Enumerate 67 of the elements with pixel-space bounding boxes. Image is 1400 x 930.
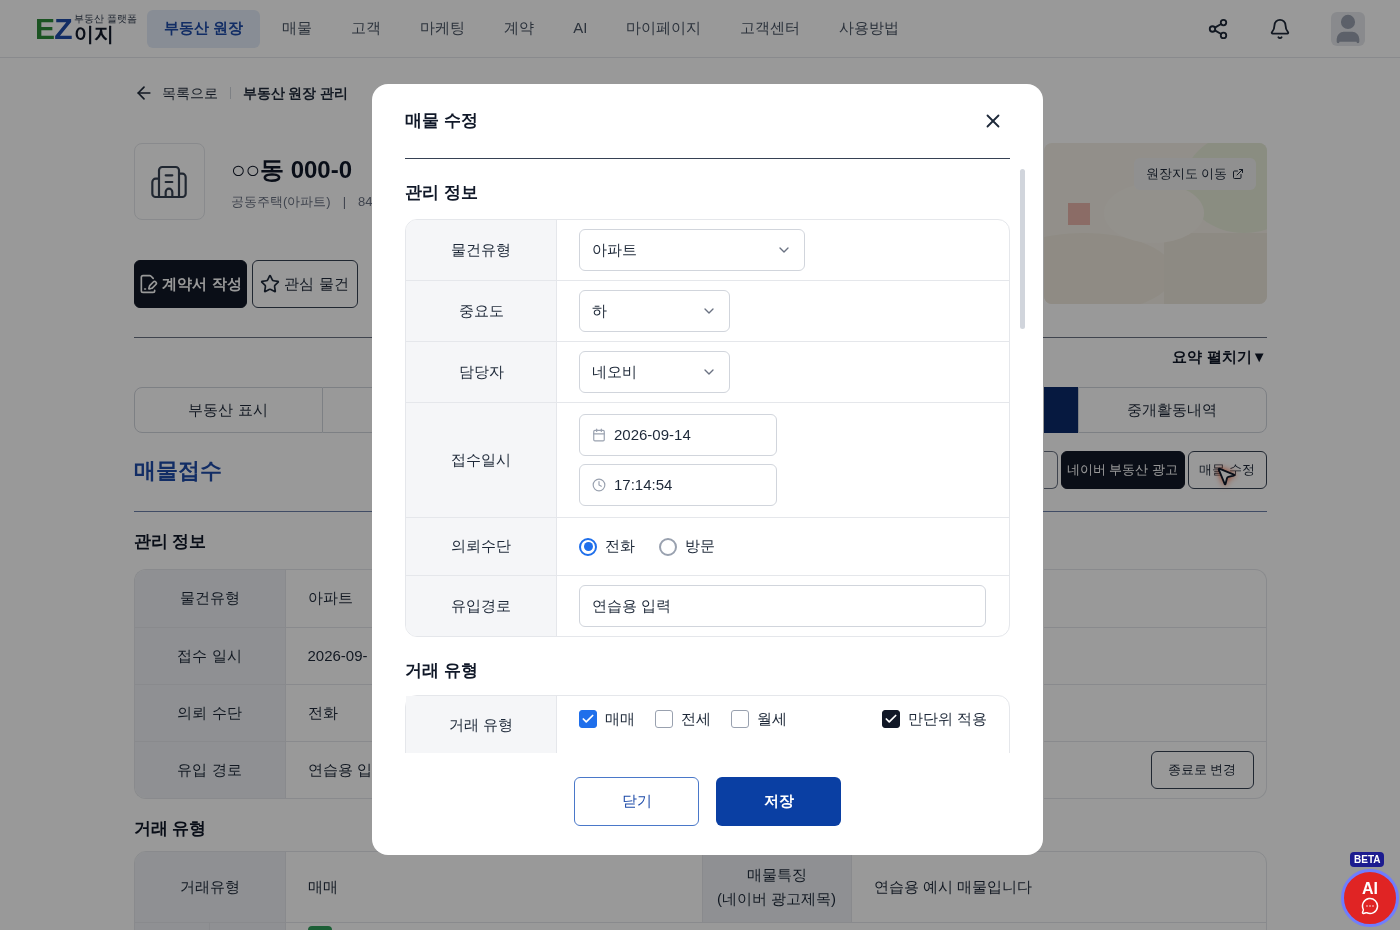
primary-button[interactable]: 네이버 부동산 광고 <box>1060 451 1185 489</box>
nav-tab[interactable]: 마이페이지 <box>609 9 719 48</box>
primary-button[interactable]: 계약서 작성 <box>133 260 247 308</box>
nav-tab[interactable]: 사용방법 <box>822 9 917 48</box>
time-field[interactable]: 17:14:54 <box>579 464 777 506</box>
summary-toggle[interactable]: 요약 펼치기▼ <box>1172 346 1267 366</box>
label-cell: 접수 일시 <box>134 628 286 684</box>
map-link-button[interactable]: 원장지도 이동 <box>1133 158 1256 190</box>
nav-tab[interactable]: 마케팅 <box>403 9 483 48</box>
label-cell: 유입 경로 <box>134 742 286 798</box>
nav-tab[interactable]: AI <box>556 9 605 48</box>
value-cell-text: 2026-09- <box>306 645 369 666</box>
outline-button[interactable]: 관심 물건 <box>251 260 358 308</box>
checkbox-label: 매매 <box>605 709 635 729</box>
nav-tab[interactable]: 계약 <box>487 9 552 48</box>
label-cell: 거래유형 <box>134 852 286 922</box>
field-label: 담당자 <box>406 342 557 402</box>
logo-mark[interactable]: EZ <box>35 13 72 44</box>
property-type: 공동주택(아파트) <box>230 192 331 211</box>
section-heading: 거래 유형 <box>405 660 478 683</box>
nav-tab[interactable]: 매물 <box>265 9 330 48</box>
field-label: 중요도 <box>406 281 557 341</box>
field-label: 거래 유형 <box>406 696 557 753</box>
section-heading: 관리 정보 <box>405 182 478 205</box>
radio-label: 방문 <box>685 536 715 557</box>
select-field[interactable]: 네오비 <box>579 351 730 393</box>
value-cell-text: 연습용 예시 매물입니다 <box>872 876 1033 897</box>
property-area: 84 <box>358 191 373 212</box>
value-cell-text: 전화 <box>306 702 339 723</box>
label-cell: 매물특징 (네이버 광고제목) <box>701 852 852 922</box>
field-label: 유입경로 <box>406 576 557 636</box>
checkbox-label: 만단위 적용 <box>907 709 987 729</box>
field-label: 물건유형 <box>406 220 557 280</box>
beta-badge: BETA <box>1350 852 1385 867</box>
value-cell-text: 아파트 <box>306 588 354 609</box>
nav-tab[interactable]: 고객 <box>334 9 399 48</box>
radio-label: 전화 <box>605 536 635 557</box>
checkbox-label: 월세 <box>757 709 787 729</box>
label-cell: 의뢰 수단 <box>134 685 286 741</box>
value-cell-text: 연습용 입 <box>306 759 373 780</box>
logo-tagline: 부동산 플랫폼 <box>73 13 137 24</box>
section-title: 매물접수 <box>133 456 222 485</box>
ai-assistant-button[interactable]: AI <box>1341 869 1399 927</box>
modal-title: 매물 수정 <box>405 110 478 133</box>
select-field[interactable]: 아파트 <box>579 229 805 271</box>
save-button[interactable]: 저장 <box>716 777 841 826</box>
breadcrumb-current: 부동산 원장 관리 <box>242 83 349 103</box>
label-cell: 물건유형 <box>134 570 286 627</box>
checkbox-label: 전세 <box>681 709 711 729</box>
field-label: 의뢰수단 <box>406 518 557 575</box>
field-label: 접수일시 <box>406 403 557 517</box>
subsection-title: 거래 유형 <box>133 818 207 841</box>
separator: | <box>342 192 347 211</box>
logo-text: 이지 <box>73 23 114 44</box>
end-button[interactable]: 종료로 변경 <box>1150 751 1254 789</box>
tab[interactable]: 부동산 표시 <box>133 387 323 433</box>
nav-tab[interactable]: 부동산 원장 <box>147 9 261 48</box>
value-cell-text: 매매 <box>306 876 339 897</box>
subsection-title: 관리 정보 <box>133 531 207 554</box>
date-field[interactable]: 2026-09-14 <box>579 414 777 456</box>
select-field[interactable]: 하 <box>579 290 730 332</box>
nav-tab[interactable]: 고객센터 <box>723 9 818 48</box>
text-field[interactable]: 연습용 입력 <box>579 585 986 627</box>
property-title: ○○동 000-0 <box>230 154 353 185</box>
tab[interactable]: 중개활동내역 <box>1077 387 1267 433</box>
back-link[interactable]: 목록으로 <box>161 82 218 104</box>
close-button[interactable]: 닫기 <box>574 777 699 826</box>
